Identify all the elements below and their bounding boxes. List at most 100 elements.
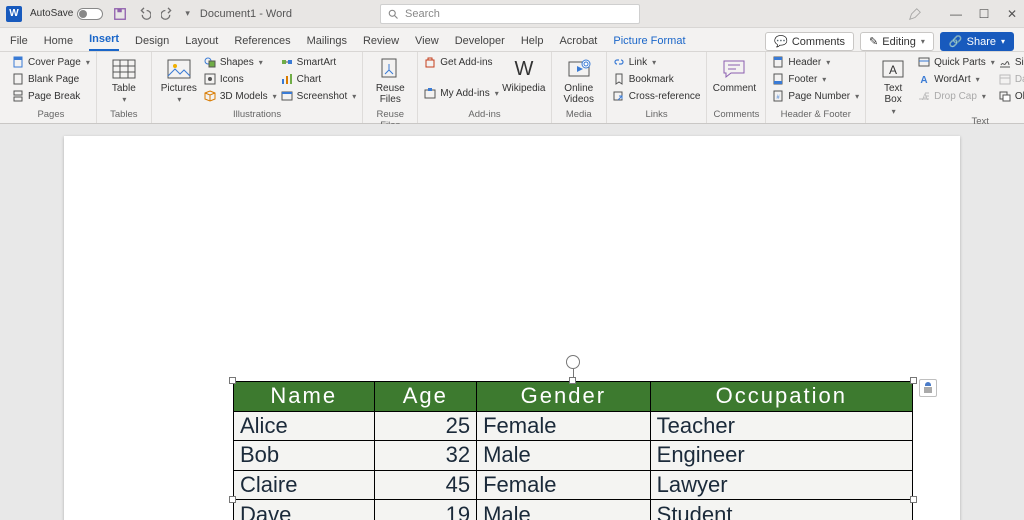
save-icon[interactable] [113, 7, 127, 21]
col-name: Name [234, 382, 375, 412]
close-button[interactable]: ✕ [1006, 7, 1018, 21]
group-links-label: Links [613, 109, 701, 123]
pen-icon[interactable] [908, 7, 922, 21]
maximize-button[interactable]: ☐ [978, 7, 990, 21]
title-bar: W AutoSave ▾ Document1 - Word Search — ☐… [0, 0, 1024, 28]
cell-age: 32 [374, 441, 477, 471]
autosave-toggle[interactable]: AutoSave [30, 8, 103, 20]
table-row: Claire45FemaleLawyer [234, 470, 913, 500]
group-reuse-label: Reuse Files [369, 109, 411, 123]
share-button[interactable]: 🔗 Share ▾ [940, 32, 1014, 51]
cell-name: Claire [234, 470, 375, 500]
smartart-button[interactable]: SmartArt [281, 54, 357, 70]
icons-button[interactable]: Icons [204, 71, 277, 87]
tab-design[interactable]: Design [135, 31, 169, 51]
quick-parts-button[interactable]: Quick Parts▾ [918, 54, 995, 70]
3d-models-button[interactable]: 3D Models▾ [204, 88, 277, 104]
rotate-handle[interactable] [566, 355, 580, 369]
tab-layout[interactable]: Layout [185, 31, 218, 51]
page-number-label: Page Number [788, 91, 850, 102]
resize-handle-tm[interactable] [569, 377, 576, 384]
my-addins-button[interactable]: My Add-ins▾ [424, 85, 498, 101]
page-break-button[interactable]: Page Break [12, 88, 90, 104]
minimize-button[interactable]: — [950, 7, 962, 21]
qat-customize-icon[interactable]: ▾ [185, 8, 190, 19]
tab-developer[interactable]: Developer [455, 31, 505, 51]
tab-view[interactable]: View [415, 31, 439, 51]
tab-insert[interactable]: Insert [89, 29, 119, 51]
link-label: Link [629, 57, 647, 68]
group-comments: Comment Comments [707, 52, 766, 123]
tab-mailings[interactable]: Mailings [307, 31, 347, 51]
signature-line-button[interactable]: Signature Line▾ [999, 54, 1024, 70]
resize-handle-tr[interactable] [910, 377, 917, 384]
table-button[interactable]: Table▾ [103, 54, 145, 105]
search-placeholder: Search [405, 8, 440, 20]
page: Name Age Gender Occupation Alice25Female… [64, 136, 960, 520]
wordart-button[interactable]: AWordArt▾ [918, 71, 995, 87]
redo-icon[interactable] [161, 7, 175, 21]
group-media-label: Media [558, 109, 600, 123]
cross-ref-icon [613, 90, 625, 102]
col-gender: Gender [477, 382, 651, 412]
page-number-button[interactable]: #Page Number▾ [772, 88, 859, 104]
comment-button[interactable]: Comment [713, 54, 755, 95]
search-icon [387, 8, 399, 20]
document-name: Document1 - Word [200, 8, 292, 20]
link-button[interactable]: Link▾ [613, 54, 701, 70]
blank-page-button[interactable]: Blank Page [12, 71, 90, 87]
comment-label: Comment [713, 84, 756, 95]
chart-label: Chart [297, 74, 321, 85]
tab-acrobat[interactable]: Acrobat [559, 31, 597, 51]
object-button[interactable]: Object▾ [999, 88, 1024, 104]
tab-file[interactable]: File [10, 31, 28, 51]
footer-button[interactable]: Footer▾ [772, 71, 859, 87]
tab-references[interactable]: References [234, 31, 290, 51]
tab-help[interactable]: Help [521, 31, 544, 51]
table-row: Dave19MaleStudent [234, 500, 913, 520]
shapes-button[interactable]: Shapes▾ [204, 54, 277, 70]
get-addins-button[interactable]: Get Add-ins [424, 54, 498, 70]
header-button[interactable]: Header▾ [772, 54, 859, 70]
quick-parts-icon [918, 56, 930, 68]
my-addins-label: My Add-ins [440, 88, 489, 99]
tab-picture-format[interactable]: Picture Format [613, 31, 685, 51]
bookmark-button[interactable]: Bookmark [613, 71, 701, 87]
smartart-label: SmartArt [297, 57, 336, 68]
group-tables: Table▾ Tables [97, 52, 152, 123]
icons-icon [204, 73, 216, 85]
cell-gender: Male [477, 441, 651, 471]
group-text: A Text Box▾ Quick Parts▾ AWordArt▾ ADrop… [866, 52, 1024, 123]
resize-handle-tl[interactable] [229, 377, 236, 384]
text-box-button[interactable]: A Text Box▾ [872, 54, 914, 116]
resize-handle-ml[interactable] [229, 496, 236, 503]
tab-home[interactable]: Home [44, 31, 73, 51]
selected-picture[interactable]: Name Age Gender Occupation Alice25Female… [233, 381, 913, 520]
resize-handle-mr[interactable] [910, 496, 917, 503]
table-icon [111, 56, 137, 82]
pictures-button[interactable]: Pictures▾ [158, 54, 200, 105]
share-label: Share [967, 36, 996, 48]
online-videos-button[interactable]: Online Videos [558, 54, 600, 105]
screenshot-button[interactable]: Screenshot▾ [281, 88, 357, 104]
cell-occupation: Teacher [650, 411, 912, 441]
cross-reference-button[interactable]: Cross-reference [613, 88, 701, 104]
toggle-off-icon[interactable] [77, 8, 103, 20]
cell-gender: Female [477, 470, 651, 500]
cube-icon [204, 90, 216, 102]
chart-button[interactable]: Chart [281, 71, 357, 87]
comments-button[interactable]: 💬 Comments [765, 32, 854, 51]
cell-name: Dave [234, 500, 375, 520]
search-input[interactable]: Search [380, 4, 640, 24]
editing-button[interactable]: ✎ Editing ▾ [860, 32, 934, 51]
reuse-files-button[interactable]: Reuse Files [369, 54, 411, 105]
layout-options-button[interactable] [919, 379, 937, 397]
screenshot-label: Screenshot [297, 91, 348, 102]
cover-page-button[interactable]: Cover Page▾ [12, 54, 90, 70]
window-controls: — ☐ ✕ [908, 7, 1018, 21]
wikipedia-button[interactable]: W Wikipedia [503, 54, 545, 95]
undo-icon[interactable] [137, 7, 151, 21]
tab-review[interactable]: Review [363, 31, 399, 51]
document-canvas[interactable]: Name Age Gender Occupation Alice25Female… [0, 124, 1024, 520]
layout-options-icon [922, 382, 934, 394]
